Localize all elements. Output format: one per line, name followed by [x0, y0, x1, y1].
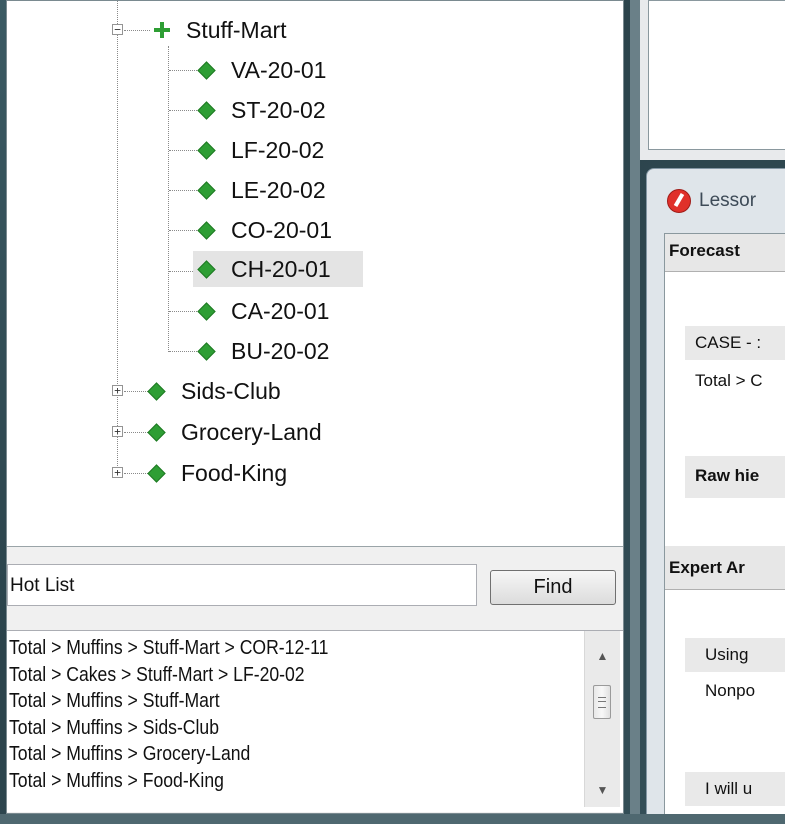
scroll-thumb[interactable]: [593, 685, 611, 719]
tree-node-label: LF-20-02: [231, 136, 325, 163]
status-strip: [0, 814, 785, 824]
hotlist-scrollbar[interactable]: ▲ ▼: [584, 631, 620, 807]
hierarchy-tree[interactable]: − Stuff-Mart VA-20-01 ST-20-02 LF-20-02 …: [7, 1, 623, 547]
total-row: Total > C: [695, 371, 763, 390]
tree-node-stuff-mart[interactable]: Stuff-Mart: [153, 12, 291, 48]
lesson-window-title: Lessor: [667, 189, 756, 213]
diamond-icon: [197, 180, 216, 200]
find-button[interactable]: Find: [490, 570, 616, 605]
tree-connector: [169, 70, 199, 71]
list-item[interactable]: Total > Muffins > Food-King: [9, 768, 511, 795]
tree-node-va-20-01[interactable]: VA-20-01: [197, 52, 330, 88]
tree-node-lf-20-02[interactable]: LF-20-02: [197, 132, 328, 168]
tree-connector: [169, 351, 199, 352]
list-item[interactable]: Total > Cakes > Stuff-Mart > LF-20-02: [9, 662, 511, 689]
diamond-icon: [197, 259, 216, 279]
scroll-down-icon[interactable]: ▼: [585, 775, 620, 805]
top-panel: [648, 0, 785, 150]
diamond-icon: [197, 220, 216, 240]
panel-splitter[interactable]: [630, 0, 640, 824]
tree-node-co-20-01[interactable]: CO-20-01: [197, 212, 336, 248]
tree-node-label: CH-20-01: [231, 255, 331, 282]
will-row: I will u: [685, 772, 785, 806]
expand-icon[interactable]: +: [112, 426, 123, 437]
diamond-icon: [147, 463, 166, 483]
raw-hierarchy-row: Raw hie: [685, 456, 785, 498]
using-row: Using: [685, 638, 785, 672]
tree-connector: [169, 190, 199, 191]
list-item[interactable]: Total > Muffins > Stuff-Mart: [9, 688, 511, 715]
tree-node-bu-20-02[interactable]: BU-20-02: [197, 333, 333, 369]
case-row: CASE - :: [685, 326, 785, 360]
lesson-title-text: Lessor: [699, 190, 757, 211]
tree-node-sids-club[interactable]: Sids-Club: [147, 373, 285, 409]
diamond-icon: [197, 301, 216, 321]
tree-node-label: ST-20-02: [231, 96, 326, 123]
tree-connector: [169, 311, 199, 312]
forecast-section-header: Forecast: [665, 234, 785, 272]
hotlist-search-row: Hot List Find: [7, 564, 623, 608]
diamond-icon: [147, 422, 166, 442]
list-item[interactable]: Total > Muffins > Stuff-Mart > COR-12-11: [9, 635, 511, 662]
tree-node-label: Stuff-Mart: [186, 16, 287, 43]
navigation-panel: − Stuff-Mart VA-20-01 ST-20-02 LF-20-02 …: [6, 0, 624, 814]
expand-icon[interactable]: +: [112, 385, 123, 396]
tree-node-ca-20-01[interactable]: CA-20-01: [197, 293, 333, 329]
hotlist-items: Total > Muffins > Stuff-Mart > COR-12-11…: [9, 635, 511, 794]
hotlist-results[interactable]: Total > Muffins > Stuff-Mart > COR-12-11…: [7, 630, 623, 812]
plus-icon: [153, 20, 170, 40]
tree-node-label: Sids-Club: [181, 377, 281, 404]
tree-connector: [168, 46, 169, 352]
lesson-content: Forecast CASE - : Total > C Raw hie Expe…: [664, 233, 785, 815]
expert-section-header: Expert Ar: [665, 546, 785, 590]
tree-connector: [117, 1, 118, 474]
nonpo-row: Nonpo: [705, 681, 756, 700]
diamond-icon: [197, 100, 216, 120]
diamond-icon: [147, 381, 166, 401]
tree-node-label: Grocery-Land: [181, 418, 322, 445]
tree-node-label: VA-20-01: [231, 56, 327, 83]
tree-node-label: LE-20-02: [231, 176, 326, 203]
lesson-window: Lessor Forecast CASE - : Total > C Raw h…: [646, 168, 785, 824]
scroll-up-icon[interactable]: ▲: [585, 641, 620, 671]
tree-connector: [124, 30, 150, 31]
diamond-icon: [197, 60, 216, 80]
list-item[interactable]: Total > Muffins > Grocery-Land: [9, 741, 511, 768]
tree-node-ch-20-01[interactable]: CH-20-01: [193, 251, 363, 287]
lightning-icon: [667, 189, 691, 213]
list-item[interactable]: Total > Muffins > Sids-Club: [9, 715, 511, 742]
hotlist-input[interactable]: Hot List: [7, 564, 477, 606]
diamond-icon: [197, 140, 216, 160]
diamond-icon: [197, 341, 216, 361]
tree-node-label: Food-King: [181, 459, 288, 486]
tree-node-st-20-02[interactable]: ST-20-02: [197, 92, 330, 128]
tree-node-label: CO-20-01: [231, 216, 332, 243]
expand-icon[interactable]: +: [112, 467, 123, 478]
tree-connector: [169, 150, 199, 151]
tree-node-label: BU-20-02: [231, 337, 330, 364]
collapse-icon[interactable]: −: [112, 24, 123, 35]
tree-node-grocery-land[interactable]: Grocery-Land: [147, 414, 326, 450]
tree-node-label: CA-20-01: [231, 297, 330, 324]
tree-node-le-20-02[interactable]: LE-20-02: [197, 172, 330, 208]
tree-connector: [169, 110, 199, 111]
tree-connector: [169, 230, 199, 231]
tree-node-food-king[interactable]: Food-King: [147, 455, 291, 491]
